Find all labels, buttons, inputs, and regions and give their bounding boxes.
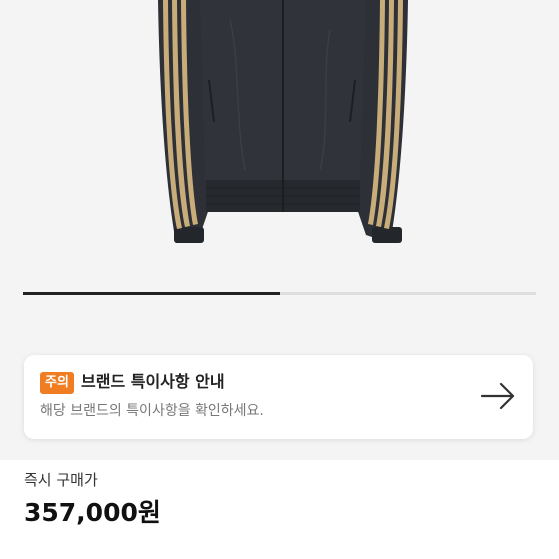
notice-description: 해당 브랜드의 특이사항을 확인하세요. [40,403,264,419]
product-image[interactable] [0,0,559,300]
arrow-right-icon[interactable] [480,381,516,411]
instant-buy-price-label: 즉시 구매가 [24,471,98,489]
carousel-progress-indicator [23,292,280,295]
brand-notice-card[interactable]: 주의 브랜드 특이사항 안내 해당 브랜드의 특이사항을 확인하세요. [24,355,533,439]
product-image-area[interactable] [0,0,559,325]
carousel-progress-track[interactable] [23,292,536,295]
notice-title: 브랜드 특이사항 안내 [81,372,225,391]
warning-badge: 주의 [40,372,74,394]
instant-buy-price: 357,000원 [24,498,161,527]
